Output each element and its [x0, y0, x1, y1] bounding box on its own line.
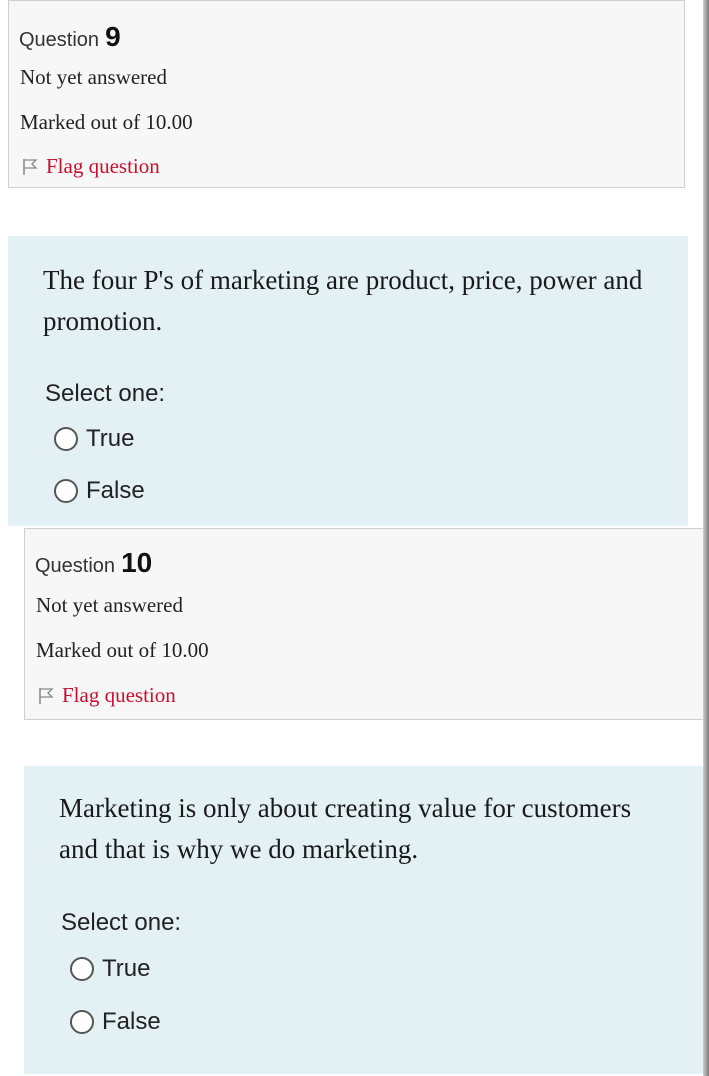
- question-9-info: Question 9 Not yet answered Marked out of…: [8, 0, 685, 188]
- radio-button-icon[interactable]: [54, 427, 78, 451]
- question-grade: Marked out of 10.00: [20, 110, 193, 134]
- question-number-value: 10: [121, 547, 153, 578]
- question-10-info: Question 10 Not yet answered Marked out o…: [24, 528, 708, 720]
- question-label: Question: [19, 29, 100, 51]
- answer-option-label: False: [102, 1008, 161, 1035]
- radio-button-icon[interactable]: [70, 957, 94, 981]
- select-one-prompt: Select one:: [45, 380, 166, 407]
- question-10-content: Marketing is only about creating value f…: [24, 766, 708, 1074]
- flag-question-label: Flag question: [62, 683, 176, 707]
- question-state: Not yet answered: [20, 65, 167, 89]
- question-text: Marketing is only about creating value f…: [59, 793, 632, 864]
- flag-icon: [39, 687, 54, 704]
- flag-question-link[interactable]: Flag question: [38, 683, 176, 708]
- question-number: Question 9: [19, 21, 121, 53]
- question-state: Not yet answered: [36, 593, 183, 617]
- question-text: The four P's of marketing are product, p…: [43, 265, 643, 336]
- question-grade: Marked out of 10.00: [36, 638, 209, 662]
- question-number-value: 9: [105, 21, 121, 52]
- question-number: Question 10: [35, 547, 152, 579]
- flag-icon: [23, 158, 38, 175]
- question-label: Question: [35, 555, 116, 577]
- window-edge: [703, 0, 709, 1076]
- answer-option-label: True: [86, 425, 135, 452]
- radio-button-icon[interactable]: [54, 479, 78, 503]
- answer-option-true[interactable]: True: [70, 955, 150, 983]
- flag-question-label: Flag question: [46, 154, 160, 178]
- answer-option-label: False: [86, 477, 145, 504]
- answer-option-true[interactable]: True: [54, 425, 134, 453]
- quiz-page: Question 9 Not yet answered Marked out of…: [0, 0, 709, 1076]
- answer-option-false[interactable]: False: [70, 1008, 161, 1036]
- flag-question-link[interactable]: Flag question: [22, 154, 160, 179]
- radio-button-icon[interactable]: [70, 1010, 94, 1034]
- answer-option-label: True: [102, 955, 151, 982]
- select-one-prompt: Select one:: [61, 909, 182, 936]
- question-9-content: The four P's of marketing are product, p…: [8, 236, 688, 526]
- answer-option-false[interactable]: False: [54, 477, 145, 505]
